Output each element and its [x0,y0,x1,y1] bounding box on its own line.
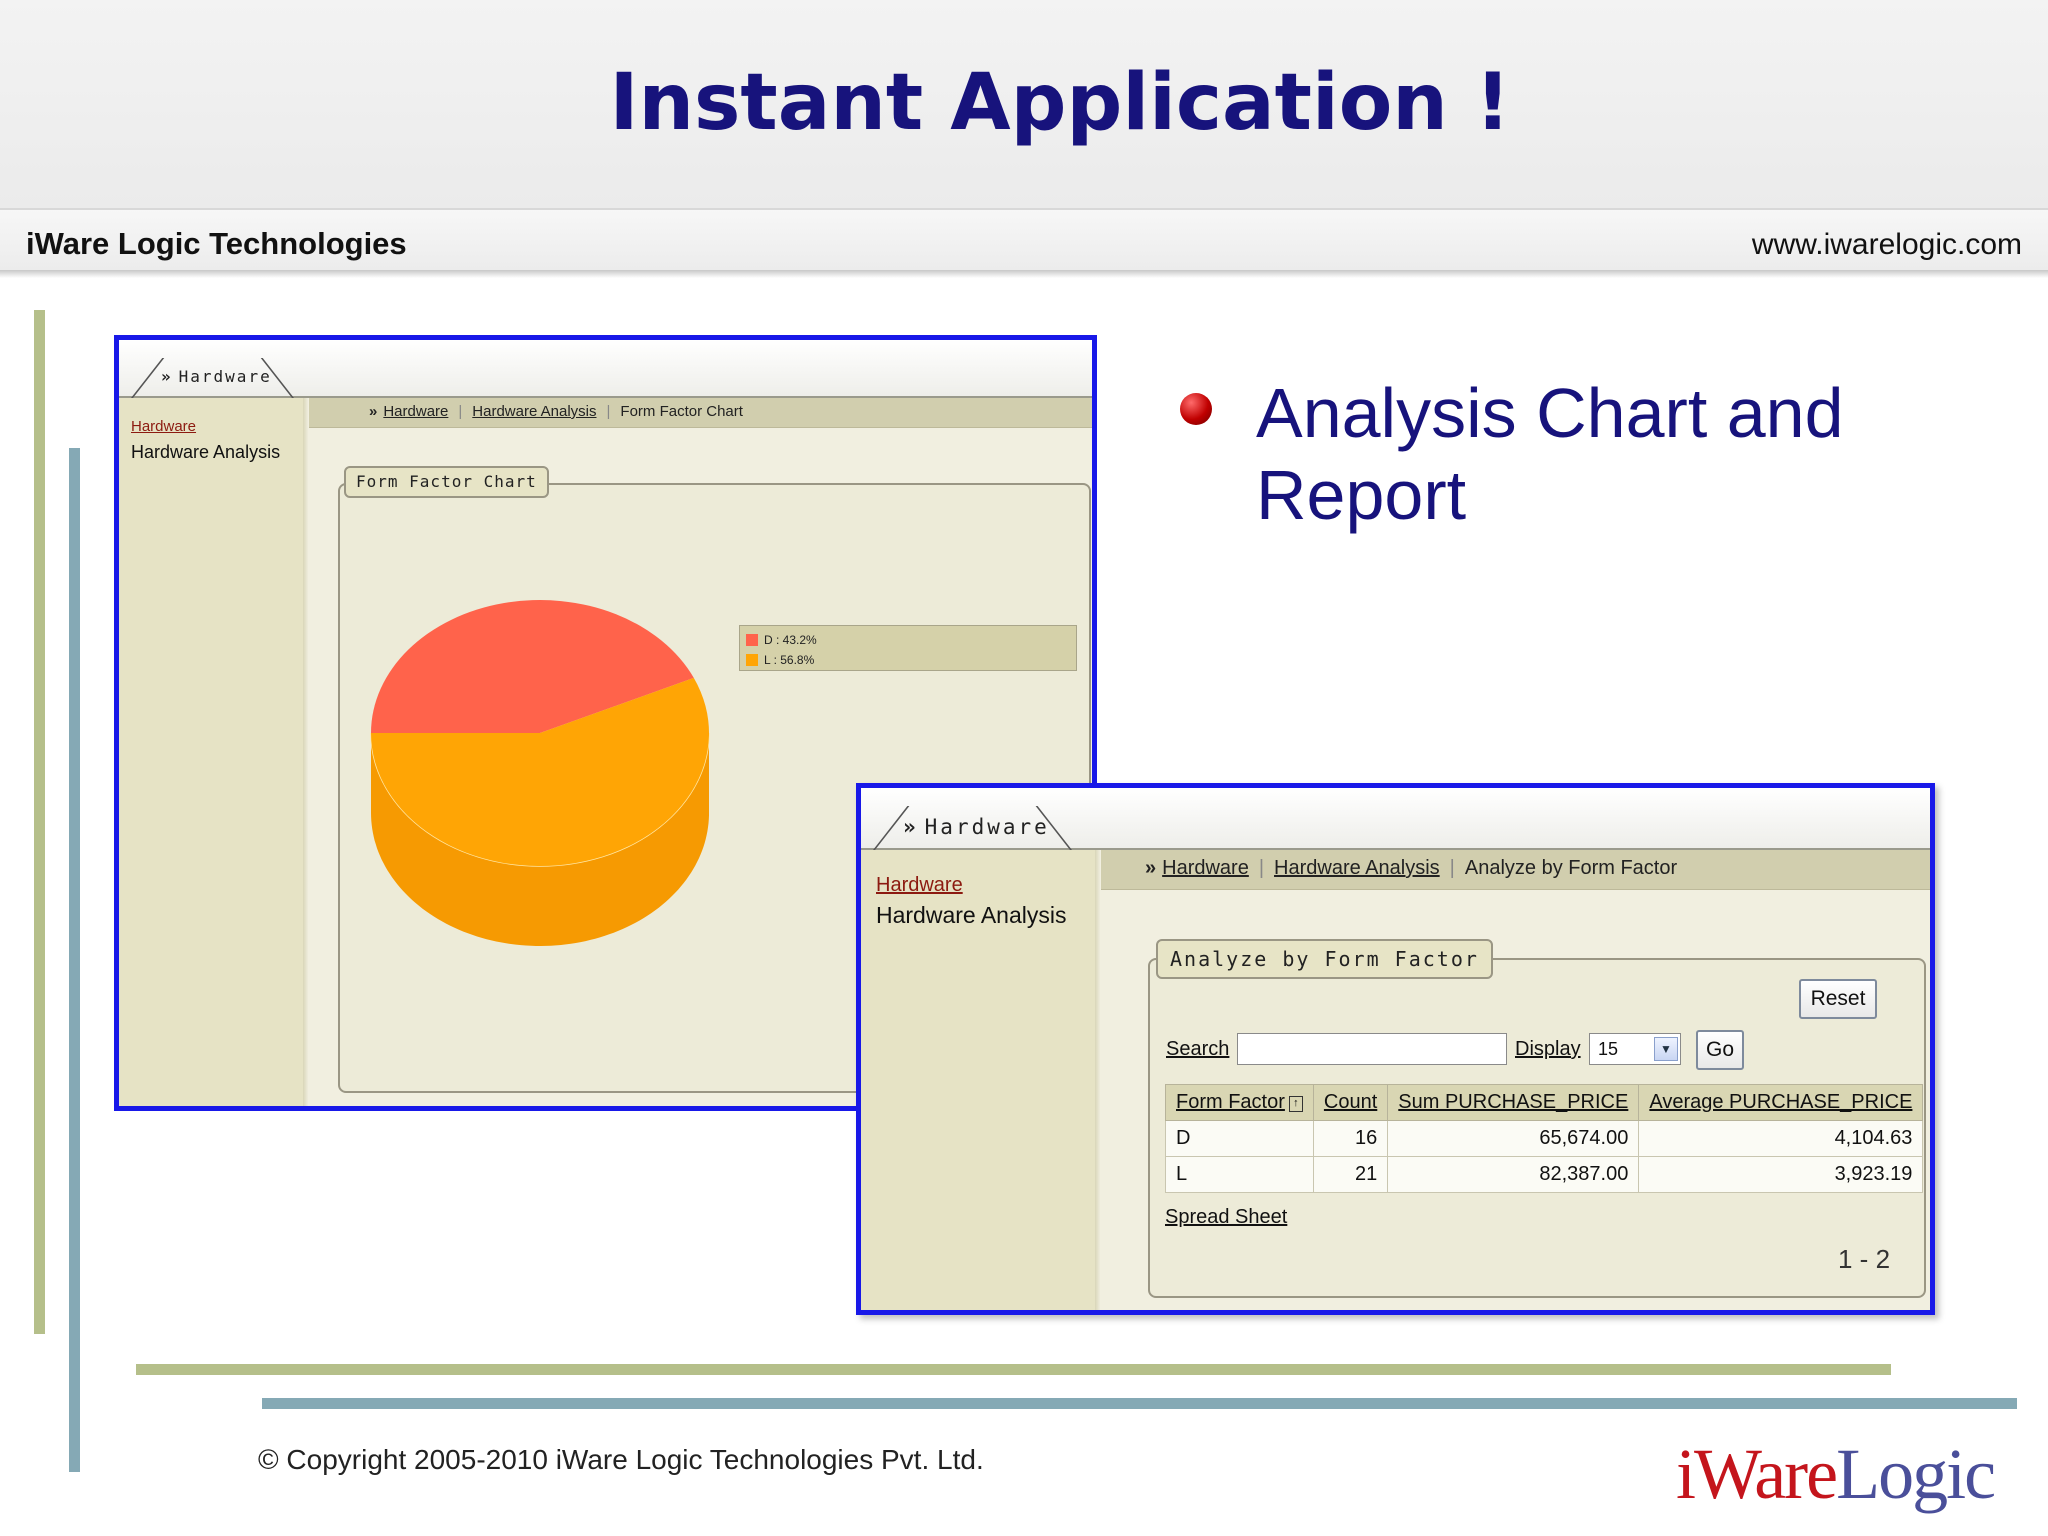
decor-horizontal-line-green [136,1364,1891,1375]
col-count[interactable]: Count [1312,1084,1389,1121]
left-nav: Hardware Hardware Analysis [861,850,1101,1310]
table-row: D 16 65,674.00 4,104.63 [1165,1120,1924,1157]
go-button[interactable]: Go [1696,1030,1744,1070]
spreadsheet-link[interactable]: Spread Sheet [1165,1206,1287,1229]
col-average-purchase-price[interactable]: Average PURCHASE_PRICE [1638,1084,1924,1121]
iwarelogic-logo: iWareLogic [1676,1434,1996,1514]
chevron-down-icon[interactable]: ▼ [1654,1037,1678,1061]
search-label[interactable]: Search [1166,1038,1229,1061]
cell-count: 21 [1312,1156,1389,1193]
table-header-row: Form Factor ↑ Count Sum PURCHASE_PRICE Av… [1165,1084,1924,1121]
chevron-right-icon: » [1145,857,1157,879]
left-nav-hardware-link[interactable]: Hardware [876,874,963,897]
col-form-factor[interactable]: Form Factor ↑ [1165,1084,1314,1121]
cell-average: 4,104.63 [1638,1120,1924,1157]
col-sum-purchase-price[interactable]: Sum PURCHASE_PRICE [1387,1084,1640,1121]
breadcrumb-current: Analyze by Form Factor [1464,857,1678,879]
bullet-icon [1180,393,1212,425]
sort-ascending-icon[interactable]: ↑ [1288,1096,1303,1112]
search-input[interactable] [1237,1033,1507,1065]
copyright-text: © Copyright 2005-2010 iWare Logic Techno… [258,1444,984,1475]
pagination-label: 1 - 2 [1838,1244,1891,1274]
bullet-text: Analysis Chart and Report [1256,374,1844,534]
left-nav-hardware-analysis[interactable]: Hardware Analysis [876,902,1066,929]
company-name: iWare Logic Technologies [26,226,407,261]
report-window: » Hardware Hardware Hardware Analysis » H… [856,783,1935,1315]
reset-button[interactable]: Reset [1799,979,1877,1019]
cell-average: 3,923.19 [1638,1156,1924,1193]
cell-sum: 82,387.00 [1387,1156,1640,1193]
cell-form-factor: D [1165,1120,1314,1157]
decor-vertical-line-blue [69,448,80,1472]
cell-sum: 65,674.00 [1387,1120,1640,1157]
website-url: www.iwarelogic.com [1751,228,2022,261]
chevron-right-icon: » [903,815,919,839]
header-shadow [0,270,2048,278]
legend-swatch-l [746,654,758,666]
report-table: Form Factor ↑ Count Sum PURCHASE_PRICE Av… [1165,1084,1924,1193]
report-panel-title: Analyze by Form Factor [1156,939,1493,979]
legend-item-d: D : 43.2% [746,630,1076,650]
legend-item-l: L : 56.8% [746,650,1076,670]
tab-hardware[interactable]: » Hardware [869,806,1080,850]
tab-bar: » Hardware [861,788,1930,850]
decor-horizontal-line-blue [262,1398,2017,1409]
table-row: L 21 82,387.00 3,923.19 [1165,1156,1924,1193]
breadcrumb-hardware[interactable]: Hardware [1162,857,1249,880]
decor-vertical-line-green [34,310,45,1334]
breadcrumb: » Hardware | Hardware Analysis | Analyze… [1101,850,1930,890]
cell-count: 16 [1312,1120,1389,1157]
display-label[interactable]: Display [1515,1038,1581,1061]
slide-title: Instant Application ! [609,58,1511,148]
legend-swatch-d [746,634,758,646]
breadcrumb-hardware-analysis[interactable]: Hardware Analysis [1274,857,1440,880]
cell-form-factor: L [1165,1156,1314,1193]
chart-legend: D : 43.2% L : 56.8% [739,625,1077,671]
display-select[interactable]: 15 ▼ [1589,1033,1681,1065]
